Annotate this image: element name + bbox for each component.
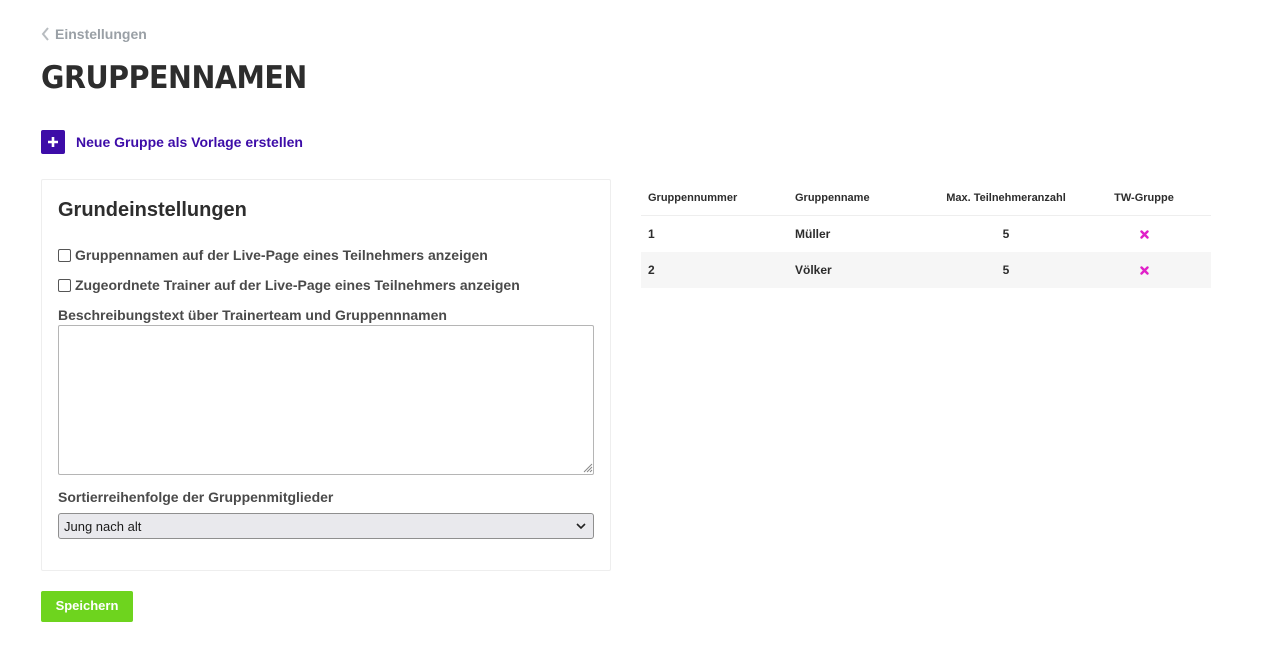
basic-settings-heading: Grundeinstellungen <box>58 199 247 221</box>
cross-icon <box>1139 230 1149 240</box>
groups-table: Gruppennummer Gruppenname Max. Teilnehme… <box>641 180 1211 288</box>
group-name-cell: Müller <box>795 227 831 241</box>
show-trainers-label: Zugeordnete Trainer auf der Live-Page ei… <box>75 277 520 293</box>
max-participants-cell: 5 <box>1002 263 1010 277</box>
show-group-names-label: Gruppennamen auf der Live-Page eines Tei… <box>75 247 488 263</box>
description-label: Beschreibungstext über Trainerteam und G… <box>58 307 447 323</box>
new-group-label: Neue Gruppe als Vorlage erstellen <box>76 134 303 150</box>
table-row[interactable]: 2 Völker 5 <box>641 252 1211 288</box>
tw-group-cell <box>1077 263 1211 277</box>
group-number-cell: 2 <box>648 263 655 277</box>
new-group-template-button[interactable]: Neue Gruppe als Vorlage erstellen <box>41 130 303 154</box>
max-participants-cell: 5 <box>1002 227 1010 241</box>
description-textarea[interactable] <box>58 325 594 475</box>
sort-order-select[interactable]: Jung nach alt <box>58 513 594 539</box>
show-trainers-checkbox[interactable] <box>58 278 71 292</box>
chevron-down-icon <box>576 523 586 530</box>
show-group-names-checkbox-row[interactable]: Gruppennamen auf der Live-Page eines Tei… <box>58 247 488 263</box>
group-number-cell: 1 <box>648 227 655 241</box>
show-trainers-checkbox-row[interactable]: Zugeordnete Trainer auf der Live-Page ei… <box>58 277 520 293</box>
cross-icon <box>1139 266 1149 276</box>
back-link-label: Einstellungen <box>55 26 147 42</box>
column-header-group-name[interactable]: Gruppenname <box>788 192 935 204</box>
show-group-names-checkbox[interactable] <box>58 248 71 262</box>
page-title: GRUPPENNAMEN <box>41 60 307 96</box>
basic-settings-panel: Grundeinstellungen Gruppennamen auf der … <box>41 179 611 571</box>
table-header-row: Gruppennummer Gruppenname Max. Teilnehme… <box>641 180 1211 216</box>
sort-order-value: Jung nach alt <box>64 518 142 534</box>
back-link-einstellungen[interactable]: Einstellungen <box>41 26 147 42</box>
column-header-tw-group[interactable]: TW-Gruppe <box>1077 192 1211 204</box>
group-name-cell: Völker <box>795 263 832 277</box>
chevron-left-icon <box>41 27 49 41</box>
sort-order-label: Sortierreihenfolge der Gruppenmitglieder <box>58 489 334 505</box>
tw-group-cell <box>1077 227 1211 241</box>
save-button[interactable]: Speichern <box>41 591 133 622</box>
column-header-max-participants[interactable]: Max. Teilnehmeranzahl <box>935 192 1077 204</box>
resize-grip-icon[interactable] <box>583 463 593 473</box>
column-header-group-number[interactable]: Gruppennummer <box>641 192 788 204</box>
table-row[interactable]: 1 Müller 5 <box>641 216 1211 252</box>
plus-icon <box>41 130 65 154</box>
